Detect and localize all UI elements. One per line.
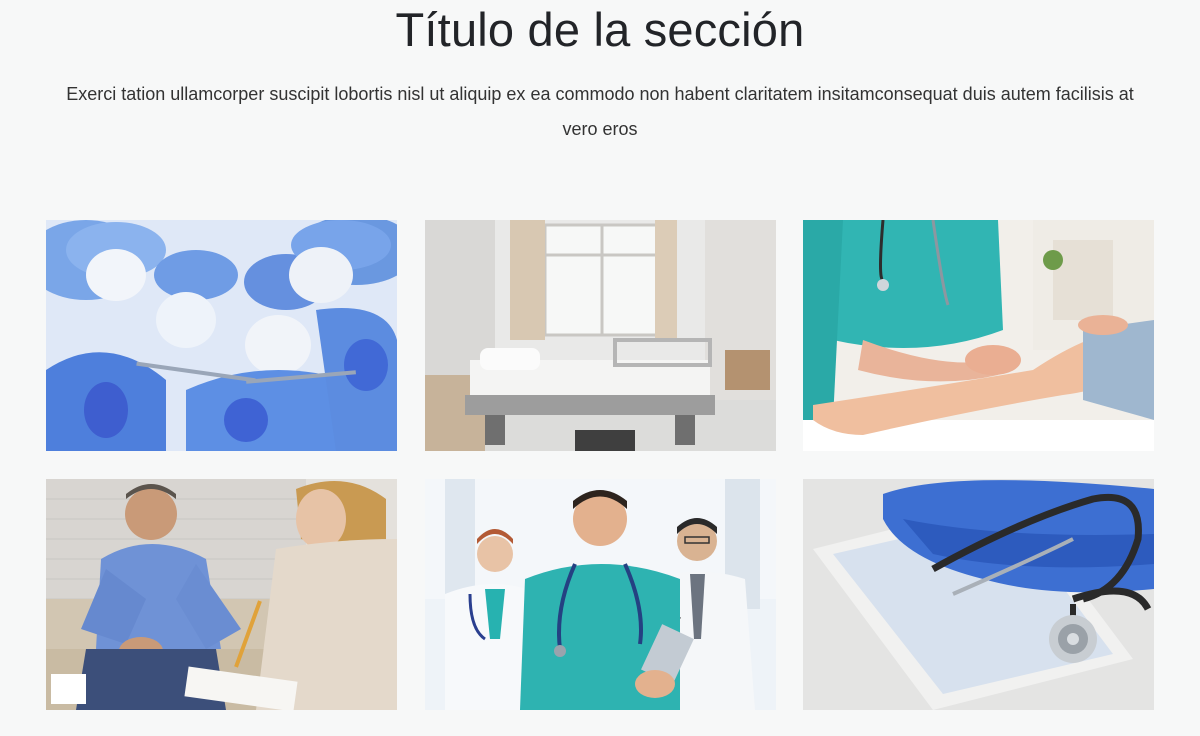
gallery-image-counseling[interactable] — [46, 479, 397, 710]
nurse-exam-image — [803, 220, 1154, 451]
section-description: Exerci tation ullamcorper suscipit lobor… — [66, 84, 1134, 139]
gallery-image-nurse-exam[interactable] — [803, 220, 1154, 451]
section-title: Título de la sección — [395, 3, 805, 56]
gallery-image-medical-team[interactable] — [424, 479, 776, 710]
hospital-room-image — [424, 220, 776, 451]
gallery-image-surgeons[interactable] — [46, 220, 397, 451]
image-gallery — [46, 220, 1154, 710]
medical-team-image — [424, 479, 776, 710]
gallery-image-stethoscope[interactable] — [803, 479, 1154, 710]
gallery-section: Título de la sección Exerci tation ullam… — [0, 0, 1200, 736]
stethoscope-image — [803, 479, 1154, 710]
surgeons-image — [46, 220, 397, 451]
gallery-image-hospital-room[interactable] — [424, 220, 776, 451]
counseling-image — [46, 479, 397, 710]
